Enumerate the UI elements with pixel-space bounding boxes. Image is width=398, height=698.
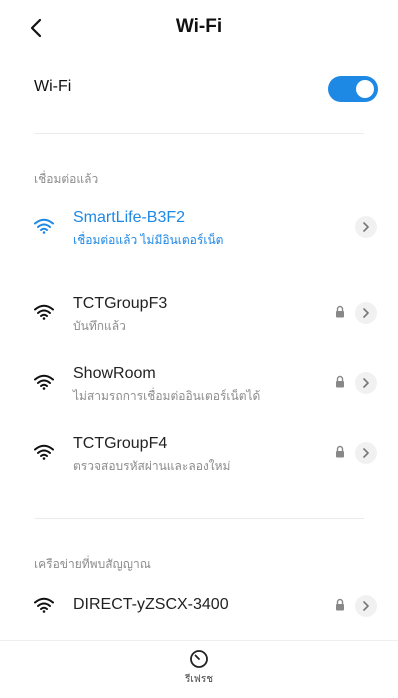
page-title: Wi-Fi <box>175 16 223 37</box>
header-bar: Wi-Fi <box>0 0 398 56</box>
section-label-available: เครือข่ายที่พบสัญญาณ <box>34 557 151 571</box>
network-status: ตรวจสอบรหัสผ่านและลองใหม่ <box>73 459 231 473</box>
bottom-bar: รีเฟรช <box>0 640 398 698</box>
network-status: เชื่อมต่อแล้ว ไม่มีอินเตอร์เน็ต <box>73 233 224 247</box>
network-details-button[interactable] <box>355 595 377 617</box>
wifi-toggle-switch[interactable] <box>328 76 378 102</box>
lock-icon <box>336 305 344 318</box>
wifi-signal-icon <box>34 374 54 390</box>
network-name: SmartLife-B3F2 <box>73 209 186 226</box>
network-row-direct[interactable]: DIRECT-yZSCX-3400 <box>0 578 398 634</box>
network-details-button[interactable] <box>355 302 377 324</box>
network-details-button[interactable] <box>355 216 377 238</box>
wifi-toggle-row: Wi-Fi <box>0 64 398 110</box>
lock-icon <box>336 598 344 611</box>
wifi-signal-icon <box>34 218 54 234</box>
divider <box>34 133 364 134</box>
network-name: TCTGroupF4 <box>73 435 168 452</box>
refresh-icon <box>190 650 208 668</box>
network-row-smartlife[interactable]: SmartLife-B3F2 เชื่อมต่อแล้ว ไม่มีอินเตอ… <box>0 199 398 255</box>
wifi-signal-icon <box>34 597 54 613</box>
lock-icon <box>336 445 344 458</box>
divider <box>34 518 364 519</box>
network-status: บันทึกแล้ว <box>73 319 126 333</box>
wifi-toggle-label: Wi-Fi <box>34 78 72 95</box>
wifi-signal-icon <box>34 444 54 460</box>
chevron-right-icon <box>363 448 369 458</box>
network-name: ShowRoom <box>73 365 156 382</box>
network-name: DIRECT-yZSCX-3400 <box>73 596 229 613</box>
network-details-button[interactable] <box>355 442 377 464</box>
wifi-signal-icon <box>34 304 54 320</box>
network-row-tctgroupf4[interactable]: TCTGroupF4 ตรวจสอบรหัสผ่านและลองใหม่ <box>0 425 398 481</box>
refresh-button[interactable]: รีเฟรช <box>174 649 224 695</box>
refresh-label: รีเฟรช <box>184 674 214 685</box>
section-label-connected: เชื่อมต่อแล้ว <box>34 172 99 186</box>
network-status: ไม่สามรถการเชื่อมต่ออินเตอร์เน็ตได้ <box>73 389 261 403</box>
network-details-button[interactable] <box>355 372 377 394</box>
lock-icon <box>336 375 344 388</box>
chevron-right-icon <box>363 378 369 388</box>
chevron-right-icon <box>363 308 369 318</box>
chevron-right-icon <box>363 222 369 232</box>
toggle-knob <box>356 80 374 98</box>
network-row-showroom[interactable]: ShowRoom ไม่สามรถการเชื่อมต่ออินเตอร์เน็… <box>0 355 398 411</box>
chevron-right-icon <box>363 601 369 611</box>
network-row-tctgroupf3[interactable]: TCTGroupF3 บันทึกแล้ว <box>0 285 398 341</box>
network-name: TCTGroupF3 <box>73 295 168 312</box>
